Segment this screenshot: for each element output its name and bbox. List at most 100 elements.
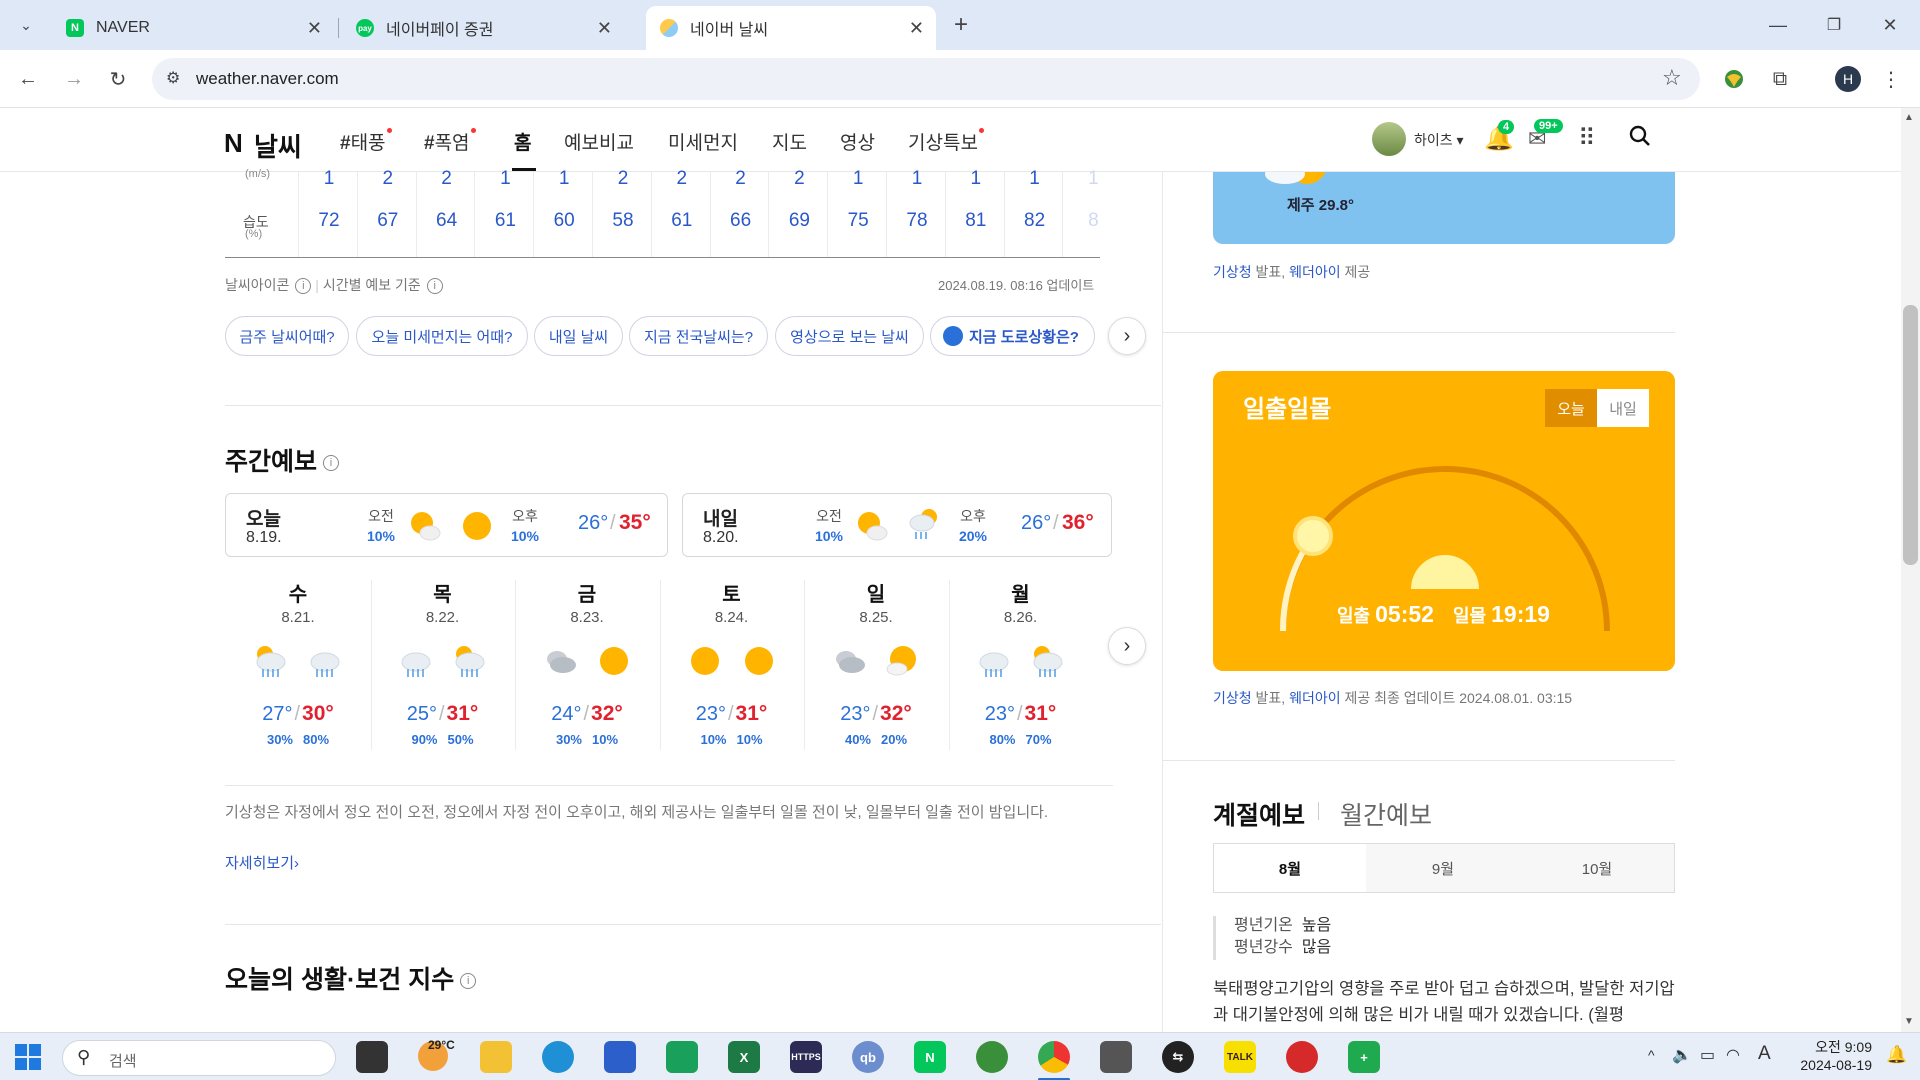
weekly-day[interactable]: 일 8.25. 23°/32° 40% 20% [804,578,948,747]
address-bar[interactable]: ⚙ weather.naver.com ☆ [152,58,1700,100]
month-label: 10월 [1581,860,1613,878]
weekday-label: 목 [433,584,452,606]
kakaotalk-icon[interactable]: TALK [1224,1041,1256,1073]
restore-icon[interactable]: ❐ [1814,0,1854,50]
nav-fine-dust[interactable]: 미세먼지 [668,128,738,155]
apps-grid-icon[interactable]: ⠿ [1578,124,1596,153]
tray-chevron-icon[interactable]: ^ [1648,1047,1655,1063]
scroll-down-arrow-icon[interactable]: ▼ [1904,1016,1914,1027]
weekly-day[interactable]: 월 8.26. 23°/31° 80% 70% [949,578,1093,747]
month-tab-october[interactable]: 10월 [1520,843,1675,893]
edge-icon[interactable] [542,1041,574,1073]
new-tab-icon[interactable]: + [946,0,976,50]
excel-icon[interactable]: X [728,1041,760,1073]
nav-heatwave[interactable]: #폭염 [424,128,476,155]
weekly-day[interactable]: 목 8.22. 25°/31° 90% 50% [371,578,515,747]
page-scrollbar[interactable] [1901,108,1920,1032]
month-tab-august[interactable]: 8월 [1213,843,1367,893]
month-tab-september[interactable]: 9월 [1366,843,1521,893]
tab-divider [338,18,339,38]
nav-video[interactable]: 영상 [840,128,875,155]
extensions-puzzle-icon[interactable]: ⧉ [1762,50,1798,108]
nav-forecast-compare[interactable]: 예보비교 [564,128,634,155]
search-icon[interactable] [1628,124,1652,153]
close-window-icon[interactable]: ✕ [1870,0,1910,50]
naver-app-icon[interactable]: N [914,1041,946,1073]
minimize-icon[interactable]: — [1758,0,1798,50]
nav-typhoon[interactable]: #태풍 [340,128,392,155]
nav-home[interactable]: 홈 [514,128,531,155]
menu-kebab-icon[interactable]: ⋮ [1876,50,1906,108]
tomorrow-card[interactable]: 내일 8.20. 오전 10% 오후 20% 26° / 36° [682,493,1112,557]
task-view-icon[interactable] [356,1041,388,1073]
chip-fine-dust[interactable]: 오늘 미세먼지는 어때? [356,316,528,356]
forward-icon[interactable]: → [56,50,92,108]
weatheri-link[interactable]: 웨더아이 [1289,690,1341,706]
tab-naverpay[interactable]: pay 네이버페이 증권 ✕ [342,6,624,50]
nav-map[interactable]: 지도 [772,128,807,155]
close-icon[interactable]: ✕ [909,18,924,39]
tab-naver-weather[interactable]: 네이버 날씨 ✕ [646,6,936,50]
nav-weather-alert[interactable]: 기상특보 [908,128,984,155]
humidity-value: 58 [612,210,634,231]
map-weather-card[interactable]: 제주 29.8° [1213,172,1675,244]
kma-link[interactable]: 기상청 [1213,264,1252,280]
user-name[interactable]: 하이츠 ▾ [1414,130,1464,150]
chrome-icon[interactable] [1038,1041,1070,1073]
chip-video-weather[interactable]: 영상으로 보는 날씨 [775,316,924,356]
battery-icon[interactable]: ▭ [1700,1045,1715,1065]
weather-icon-info[interactable]: 날씨아이콘 i | 시간별 예보 기준 i [225,275,443,295]
app-red-icon[interactable] [1286,1041,1318,1073]
naver-logo[interactable]: N [224,128,243,159]
file-explorer-icon[interactable] [480,1041,512,1073]
temp-slash: / [727,703,734,725]
https-app-icon[interactable]: HTTPS [790,1041,822,1073]
weekly-next-button[interactable]: › [1108,627,1146,665]
tab-seasonal-forecast[interactable]: 계절예보 [1213,796,1305,832]
weekly-day[interactable]: 토 8.24. 23°/31° 10% 10% [660,578,804,747]
globe-app-icon[interactable] [976,1041,1008,1073]
kma-link[interactable]: 기상청 [1213,690,1252,706]
store-icon[interactable] [604,1041,636,1073]
ime-indicator-icon[interactable]: A [1758,1043,1771,1065]
taskbar-search-box[interactable]: ⚲ 검색 [62,1040,336,1076]
notification-icon[interactable]: 🔔 [1886,1045,1907,1065]
taskbar-date[interactable]: 2024-08-19 [1798,1057,1872,1073]
taskbar-time[interactable]: 오전 9:09 [1806,1037,1872,1057]
scrollbar-thumb[interactable] [1903,305,1918,565]
chip-this-week[interactable]: 금주 날씨어때? [225,316,349,356]
today-card[interactable]: 오늘 8.19. 오전 10% 오후 10% 26° / 35° [225,493,668,557]
tab-monthly-forecast[interactable]: 월간예보 [1340,796,1432,832]
close-icon[interactable]: ✕ [307,18,322,39]
app-plus-icon[interactable]: + [1348,1041,1380,1073]
close-icon[interactable]: ✕ [597,18,612,39]
site-info-icon[interactable]: ⚙ [166,68,180,88]
teamviewer-icon[interactable]: ⇆ [1162,1041,1194,1073]
weekly-day[interactable]: 금 8.23. 24°/32° 30% 10% [515,578,659,747]
windows-start-icon[interactable] [14,1043,42,1071]
weatheri-link[interactable]: 웨더아이 [1289,264,1341,280]
back-icon[interactable]: ← [10,50,46,108]
weather-logo-text[interactable]: 날씨 [254,127,302,164]
wifi-icon[interactable]: ◠ [1726,1045,1740,1065]
scroll-up-arrow-icon[interactable]: ▲ [1904,112,1914,123]
info-icon[interactable]: i [323,455,340,472]
chip-tomorrow[interactable]: 내일 날씨 [534,316,623,356]
app-green-icon[interactable] [666,1041,698,1073]
user-avatar[interactable] [1372,122,1406,156]
tab-naver[interactable]: N NAVER ✕ [52,6,334,50]
app-window-icon[interactable] [1100,1041,1132,1073]
qbittorrent-icon[interactable]: qb [852,1041,884,1073]
info-icon[interactable]: i [460,973,477,990]
speaker-icon[interactable]: 🔈 [1672,1045,1692,1065]
more-link[interactable]: 자세히보기› [225,852,299,873]
tab-search-icon[interactable]: ⌄ [8,0,44,50]
extension-globe-icon[interactable] [1716,50,1752,108]
chip-road-status[interactable]: 지금 도로상황은? [930,316,1095,356]
weekly-day[interactable]: 수 8.21. 27°/30° 30% 80% [226,578,370,747]
chip-nationwide[interactable]: 지금 전국날씨는? [629,316,768,356]
reload-icon[interactable]: ↻ [100,50,136,108]
chips-next-button[interactable]: › [1108,317,1146,355]
bookmark-star-icon[interactable]: ☆ [1662,65,1682,91]
profile-avatar[interactable]: H [1830,50,1866,108]
